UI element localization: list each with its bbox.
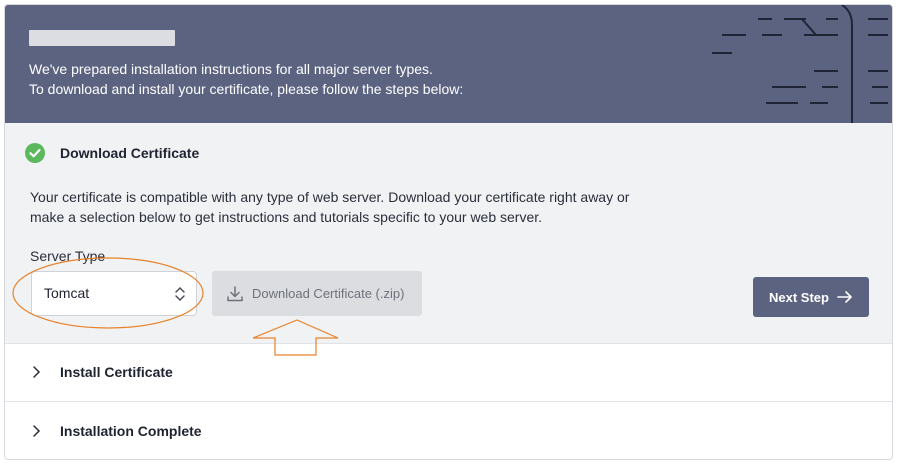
step-title-install: Install Certificate — [60, 364, 173, 380]
header-instruction-text: To download and install your certificate… — [29, 81, 464, 97]
step-download-certificate: Download Certificate Your certificate is… — [5, 123, 892, 344]
server-type-value: Tomcat — [44, 285, 90, 301]
server-type-label: Server Type — [30, 248, 106, 264]
step-installation-complete[interactable]: Installation Complete — [5, 403, 892, 459]
select-updown-icon — [175, 286, 185, 302]
certificate-install-card: We've prepared installation instructions… — [4, 4, 893, 460]
arrow-right-icon — [837, 291, 852, 303]
decorative-lines-graphic — [712, 5, 888, 123]
header-intro-text: We've prepared installation instructions… — [29, 61, 433, 77]
chevron-right-icon — [33, 366, 41, 378]
download-button-label: Download Certificate (.zip) — [252, 286, 405, 301]
step-title-download[interactable]: Download Certificate — [60, 145, 199, 161]
step-install-certificate[interactable]: Install Certificate — [5, 344, 892, 402]
server-type-select[interactable]: Tomcat — [31, 271, 197, 316]
download-icon — [227, 285, 243, 301]
redacted-title — [29, 30, 175, 46]
next-step-label: Next Step — [769, 289, 829, 305]
next-step-button[interactable]: Next Step — [753, 277, 869, 317]
header-banner: We've prepared installation instructions… — [5, 5, 892, 123]
step-title-complete: Installation Complete — [60, 423, 202, 439]
chevron-right-icon — [33, 425, 41, 437]
step-description: Your certificate is compatible with any … — [30, 189, 630, 225]
check-circle-icon — [25, 143, 45, 163]
download-certificate-button[interactable]: Download Certificate (.zip) — [212, 271, 422, 316]
